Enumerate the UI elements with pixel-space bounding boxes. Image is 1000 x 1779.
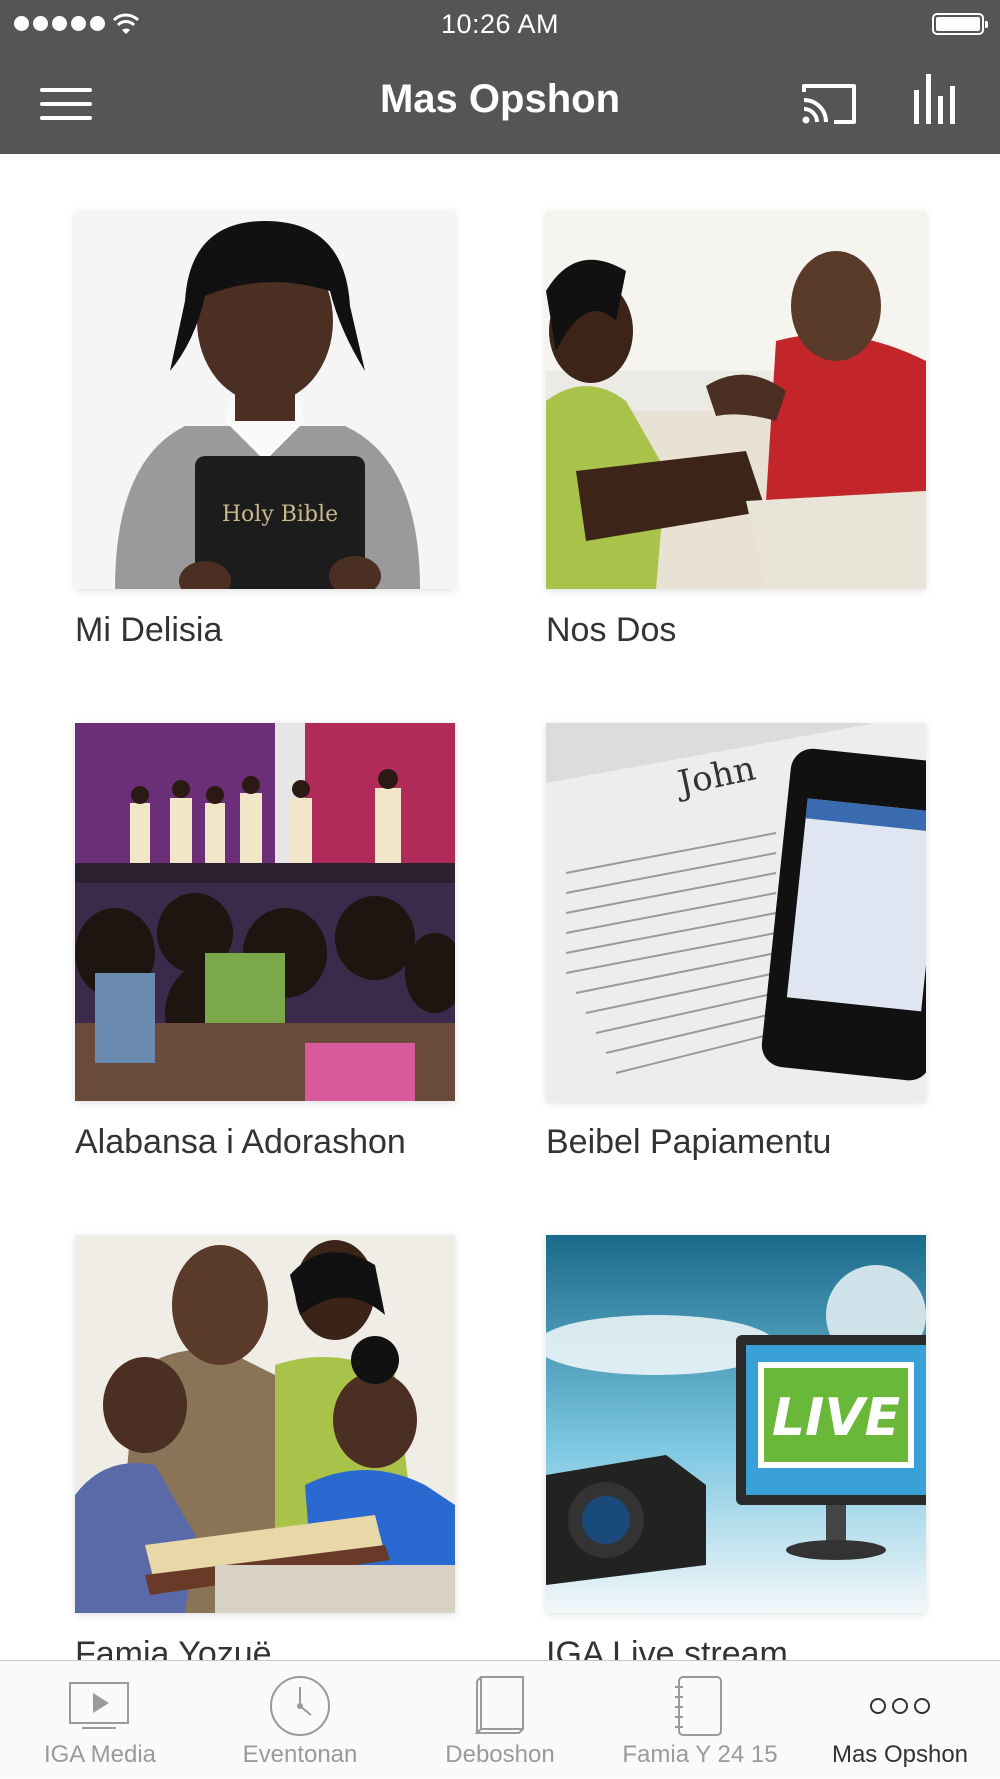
notebook-icon bbox=[675, 1676, 722, 1736]
bible-cover-text: Holy Bible bbox=[222, 502, 338, 527]
tab-mas-opshon[interactable]: Mas Opshon bbox=[800, 1661, 1000, 1779]
tile-beibel-papiamentu[interactable]: John Beibel Papiamentu bbox=[546, 723, 926, 1162]
video-icon bbox=[69, 1682, 129, 1729]
options-grid: Holy Bible Mi Delisia Nos Dos Alabansa i… bbox=[0, 154, 1000, 1660]
tab-famia-y-24-15[interactable]: Famia Y 24 15 bbox=[600, 1661, 800, 1779]
tab-label: IGA Media bbox=[43, 1741, 157, 1768]
tile-image-live-stream: LIVE bbox=[546, 1235, 926, 1613]
tile-label: Famia Yozuë bbox=[75, 1635, 272, 1660]
tile-iga-live-stream[interactable]: LIVE IGA Live stream bbox=[546, 1235, 926, 1660]
clock-icon bbox=[270, 1676, 330, 1736]
tab-label: Deboshon bbox=[445, 1741, 555, 1768]
top-bar: 10:26 AM Mas Opshon bbox=[0, 0, 1000, 154]
tab-label: Eventonan bbox=[242, 1741, 358, 1768]
status-time: 10:26 AM bbox=[440, 9, 560, 39]
tab-bar: IGA Media Eventonan Deboshon Famia Y 24 … bbox=[0, 1660, 1000, 1778]
tile-image-worship-concert bbox=[75, 723, 455, 1101]
tile-mi-delisia[interactable]: Holy Bible Mi Delisia bbox=[75, 211, 455, 650]
tab-eventonan[interactable]: Eventonan bbox=[200, 1661, 400, 1779]
tile-image-bible-and-phone: John bbox=[546, 723, 926, 1101]
tile-label: IGA Live stream bbox=[546, 1635, 788, 1660]
tile-image-couple-praying bbox=[546, 211, 926, 589]
tab-label: Famia Y 24 15 bbox=[622, 1741, 778, 1768]
tile-label: Beibel Papiamentu bbox=[546, 1123, 832, 1161]
battery-icon bbox=[932, 13, 988, 35]
tile-label: Nos Dos bbox=[546, 611, 677, 649]
status-bar: 10:26 AM bbox=[0, 0, 1000, 50]
tile-image-woman-with-bible: Holy Bible bbox=[75, 211, 455, 589]
tile-famia-yozue[interactable]: Famia Yozuë bbox=[75, 1235, 455, 1660]
live-screen-text: LIVE bbox=[772, 1388, 900, 1448]
tile-nos-dos[interactable]: Nos Dos bbox=[546, 211, 926, 650]
tab-label: Mas Opshon bbox=[831, 1741, 969, 1768]
stats-button[interactable] bbox=[912, 74, 958, 126]
tab-iga-media[interactable]: IGA Media bbox=[0, 1661, 200, 1779]
book-icon bbox=[474, 1676, 524, 1734]
more-icon bbox=[870, 1698, 930, 1714]
tile-alabansa-i-adorashon[interactable]: Alabansa i Adorashon bbox=[75, 723, 455, 1162]
navigation-bar: Mas Opshon bbox=[0, 50, 1000, 154]
tile-image-family-reading-bible bbox=[75, 1235, 455, 1613]
tab-deboshon[interactable]: Deboshon bbox=[400, 1661, 600, 1779]
cast-button[interactable] bbox=[800, 80, 858, 128]
tile-label: Mi Delisia bbox=[75, 611, 223, 649]
tile-label: Alabansa i Adorashon bbox=[75, 1123, 406, 1161]
